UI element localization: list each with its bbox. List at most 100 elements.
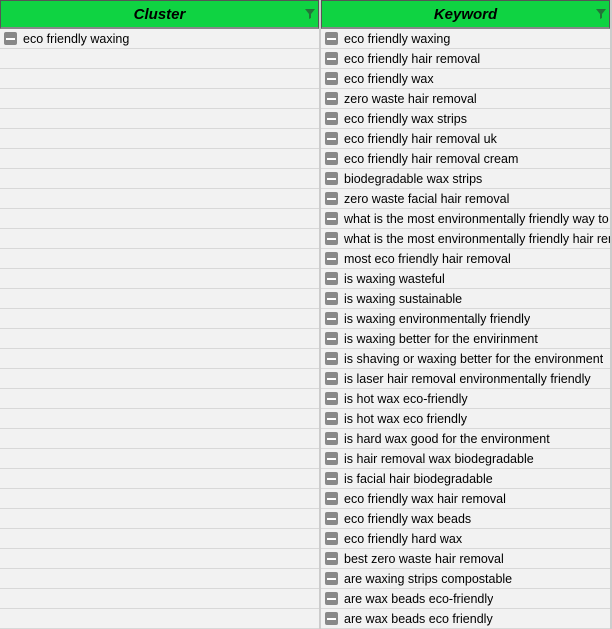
collapse-icon[interactable] [325, 572, 338, 585]
table-row[interactable]: is hot wax eco friendly [321, 409, 610, 429]
collapse-icon[interactable] [325, 612, 338, 625]
collapse-icon[interactable] [325, 192, 338, 205]
table-row[interactable]: eco friendly hair removal [321, 49, 610, 69]
row-label: eco friendly waxing [23, 32, 129, 46]
table-row[interactable]: what is the most environmentally friendl… [321, 229, 610, 249]
table-row[interactable]: eco friendly waxing [321, 29, 610, 49]
collapse-icon[interactable] [325, 492, 338, 505]
column-cluster: Cluster eco friendly waxing [0, 0, 321, 629]
collapse-icon[interactable] [325, 312, 338, 325]
header-keyword[interactable]: Keyword [321, 0, 610, 29]
table-row[interactable]: zero waste hair removal [321, 89, 610, 109]
table-row-empty [0, 369, 319, 389]
table-row-empty [0, 249, 319, 269]
row-label: is hair removal wax biodegradable [344, 452, 534, 466]
table-row[interactable]: eco friendly wax strips [321, 109, 610, 129]
table-row[interactable]: eco friendly waxing [0, 29, 319, 49]
table-row-empty [0, 449, 319, 469]
row-label: are waxing strips compostable [344, 572, 512, 586]
table-row[interactable]: zero waste facial hair removal [321, 189, 610, 209]
collapse-icon[interactable] [325, 532, 338, 545]
filter-icon[interactable] [305, 9, 315, 19]
table-row-empty [0, 469, 319, 489]
table-row-empty [0, 309, 319, 329]
table-row[interactable]: is waxing environmentally friendly [321, 309, 610, 329]
row-label: eco friendly wax hair removal [344, 492, 506, 506]
table-row[interactable]: is facial hair biodegradable [321, 469, 610, 489]
collapse-icon[interactable] [325, 372, 338, 385]
cluster-rows: eco friendly waxing [0, 29, 319, 629]
table-row[interactable]: eco friendly wax [321, 69, 610, 89]
collapse-icon[interactable] [325, 552, 338, 565]
table-row[interactable]: eco friendly hair removal cream [321, 149, 610, 169]
table-row-empty [0, 129, 319, 149]
collapse-icon[interactable] [325, 352, 338, 365]
collapse-icon[interactable] [325, 452, 338, 465]
header-cluster-label: Cluster [134, 6, 186, 23]
table-row-empty [0, 589, 319, 609]
collapse-icon[interactable] [325, 152, 338, 165]
row-label: are wax beads eco friendly [344, 612, 493, 626]
table-row[interactable]: eco friendly hair removal uk [321, 129, 610, 149]
collapse-icon[interactable] [325, 412, 338, 425]
row-label: what is the most environmentally friendl… [344, 232, 610, 246]
table-row[interactable]: is waxing better for the envirinment [321, 329, 610, 349]
table-row-empty [0, 69, 319, 89]
collapse-icon[interactable] [325, 252, 338, 265]
table-row-empty [0, 389, 319, 409]
table-row-empty [0, 429, 319, 449]
collapse-icon[interactable] [325, 112, 338, 125]
table-row[interactable]: is hair removal wax biodegradable [321, 449, 610, 469]
collapse-icon[interactable] [4, 32, 17, 45]
row-label: is laser hair removal environmentally fr… [344, 372, 591, 386]
table-row[interactable]: is hard wax good for the environment [321, 429, 610, 449]
table-row[interactable]: is waxing sustainable [321, 289, 610, 309]
collapse-icon[interactable] [325, 32, 338, 45]
row-label: is waxing environmentally friendly [344, 312, 530, 326]
collapse-icon[interactable] [325, 432, 338, 445]
row-label: is facial hair biodegradable [344, 472, 493, 486]
collapse-icon[interactable] [325, 92, 338, 105]
table-container: Cluster eco friendly waxing Keyword eco … [0, 0, 612, 629]
row-label: eco friendly wax beads [344, 512, 471, 526]
collapse-icon[interactable] [325, 292, 338, 305]
table-row[interactable]: is hot wax eco-friendly [321, 389, 610, 409]
row-label: is waxing sustainable [344, 292, 462, 306]
collapse-icon[interactable] [325, 512, 338, 525]
table-row[interactable]: eco friendly wax hair removal [321, 489, 610, 509]
table-row[interactable]: are wax beads eco-friendly [321, 589, 610, 609]
table-row[interactable]: what is the most environmentally friendl… [321, 209, 610, 229]
collapse-icon[interactable] [325, 232, 338, 245]
table-row[interactable]: eco friendly wax beads [321, 509, 610, 529]
collapse-icon[interactable] [325, 332, 338, 345]
row-label: eco friendly hair removal [344, 52, 480, 66]
row-label: is shaving or waxing better for the envi… [344, 352, 603, 366]
table-row[interactable]: best zero waste hair removal [321, 549, 610, 569]
table-row[interactable]: is waxing wasteful [321, 269, 610, 289]
table-row-empty [0, 509, 319, 529]
collapse-icon[interactable] [325, 392, 338, 405]
collapse-icon[interactable] [325, 52, 338, 65]
table-row-empty [0, 269, 319, 289]
collapse-icon[interactable] [325, 72, 338, 85]
table-row[interactable]: biodegradable wax strips [321, 169, 610, 189]
table-row[interactable]: is laser hair removal environmentally fr… [321, 369, 610, 389]
collapse-icon[interactable] [325, 212, 338, 225]
table-row[interactable]: eco friendly hard wax [321, 529, 610, 549]
row-label: eco friendly wax [344, 72, 434, 86]
row-label: is hot wax eco friendly [344, 412, 467, 426]
table-row[interactable]: are wax beads eco friendly [321, 609, 610, 629]
row-label: is waxing better for the envirinment [344, 332, 538, 346]
collapse-icon[interactable] [325, 472, 338, 485]
filter-icon[interactable] [596, 9, 606, 19]
table-row[interactable]: is shaving or waxing better for the envi… [321, 349, 610, 369]
row-label: is waxing wasteful [344, 272, 445, 286]
row-label: zero waste hair removal [344, 92, 477, 106]
table-row[interactable]: are waxing strips compostable [321, 569, 610, 589]
table-row-empty [0, 549, 319, 569]
collapse-icon[interactable] [325, 172, 338, 185]
collapse-icon[interactable] [325, 132, 338, 145]
table-row[interactable]: most eco friendly hair removal [321, 249, 610, 269]
collapse-icon[interactable] [325, 272, 338, 285]
header-cluster[interactable]: Cluster [0, 0, 319, 29]
